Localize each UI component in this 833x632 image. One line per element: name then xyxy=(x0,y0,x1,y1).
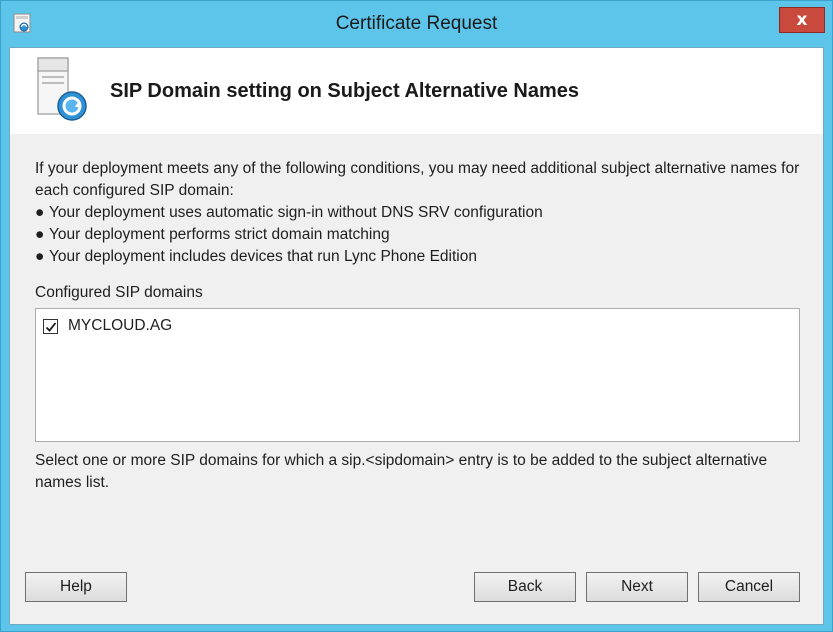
header-band: SIP Domain setting on Subject Alternativ… xyxy=(10,48,823,134)
window-title: Certificate Request xyxy=(335,13,498,34)
selection-hint: Select one or more SIP domains for which… xyxy=(35,452,768,491)
bullet-text: Your deployment performs strict domain m… xyxy=(49,226,390,243)
domain-name: MYCLOUD.AG xyxy=(68,317,173,334)
bullet-dot: ● xyxy=(35,248,45,265)
title-bar[interactable]: Certificate Request x xyxy=(1,1,832,47)
page-title: SIP Domain setting on Subject Alternativ… xyxy=(110,80,580,102)
next-button[interactable]: Next xyxy=(586,572,688,602)
cancel-button[interactable]: Cancel xyxy=(698,572,800,602)
intro-text: If your deployment meets any of the foll… xyxy=(35,160,800,199)
bullet-item: ● Your deployment uses automatic sign-in … xyxy=(35,202,805,224)
checkmark-icon xyxy=(45,321,57,332)
bullet-text: Your deployment uses automatic sign-in w… xyxy=(49,204,543,221)
dialog-window: Certificate Request x SIP Domain setting… xyxy=(0,0,833,632)
help-button[interactable]: Help xyxy=(25,572,127,602)
conditions-text: If your deployment meets any of the foll… xyxy=(35,158,805,268)
dialog-client-area: SIP Domain setting on Subject Alternativ… xyxy=(9,47,824,625)
bullet-item: ● Your deployment performs strict domain … xyxy=(35,224,805,246)
back-button[interactable]: Back xyxy=(474,572,576,602)
sip-domains-label: Configured SIP domains xyxy=(35,284,203,301)
bullet-item: ● Your deployment includes devices that r… xyxy=(35,246,805,268)
sip-domains-list[interactable]: MYCLOUD.AG xyxy=(35,308,800,442)
bullet-dot: ● xyxy=(35,204,45,221)
close-button[interactable]: x xyxy=(779,7,825,33)
server-certificate-icon xyxy=(34,56,94,128)
bullet-dot: ● xyxy=(35,226,45,243)
domain-checkbox[interactable] xyxy=(43,318,58,334)
list-item[interactable]: MYCLOUD.AG xyxy=(43,316,172,336)
bullet-text: Your deployment includes devices that ru… xyxy=(49,248,477,265)
